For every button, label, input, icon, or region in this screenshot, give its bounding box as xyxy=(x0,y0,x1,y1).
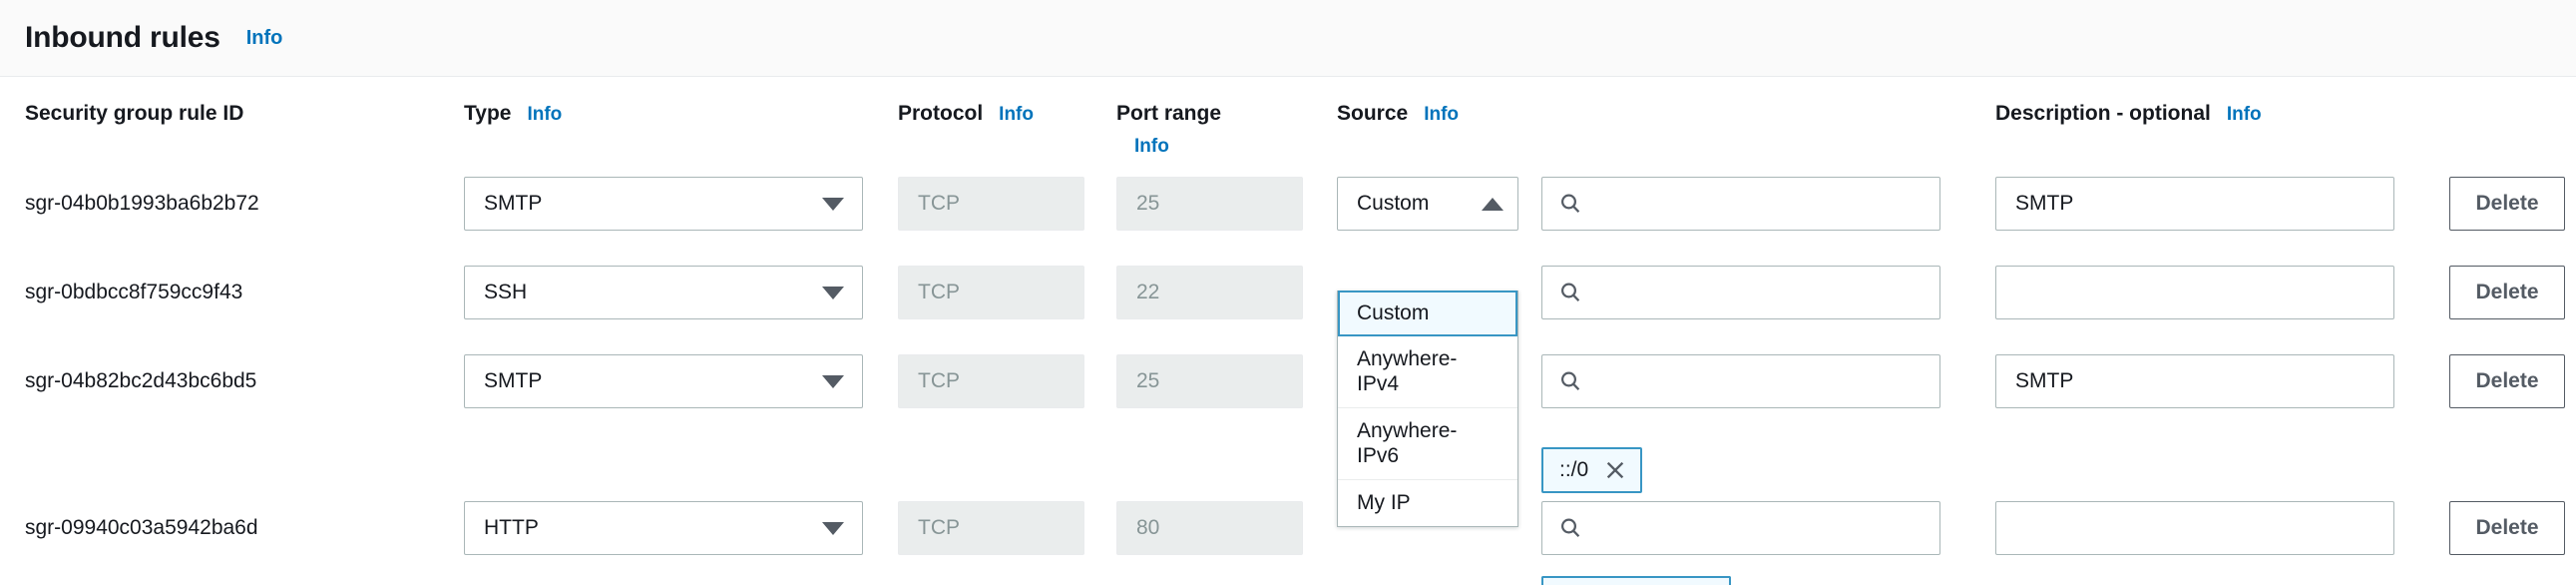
source-search-input[interactable] xyxy=(1541,177,1940,231)
column-header-row: Security group rule ID Type Info Protoco… xyxy=(0,77,2576,177)
port-range-field: 25 xyxy=(1116,354,1303,408)
source-search-input[interactable] xyxy=(1541,354,1940,408)
protocol-field: TCP xyxy=(898,266,1084,319)
search-icon xyxy=(1560,194,1580,213)
search-icon xyxy=(1560,371,1580,390)
page-title: Inbound rules xyxy=(25,21,220,54)
delete-button[interactable]: Delete xyxy=(2449,177,2565,231)
rule-id-value: sgr-0bdbcc8f759cc9f43 xyxy=(25,281,243,303)
table-row: sgr-04b82bc2d43bc6bd5 SMTP TCP 25 SMTP D… xyxy=(0,354,2576,429)
table-row: sgr-04b0b1993ba6b2b72 SMTP TCP 25 Custom… xyxy=(0,177,2576,252)
description-input[interactable] xyxy=(1995,501,2394,555)
source-search-input[interactable] xyxy=(1541,266,1940,319)
source-type-select-value: Custom xyxy=(1357,192,1430,215)
delete-button[interactable]: Delete xyxy=(2449,354,2565,408)
column-header-source-label: Source xyxy=(1337,102,1409,125)
chevron-up-icon xyxy=(1482,197,1503,211)
rule-id-value: sgr-04b82bc2d43bc6bd5 xyxy=(25,369,257,392)
chevron-down-icon xyxy=(822,197,844,211)
column-header-source: Source Info xyxy=(1337,102,1459,126)
type-select[interactable]: SMTP xyxy=(464,354,863,408)
dropdown-option-custom[interactable]: Custom xyxy=(1338,291,1517,336)
table-row: sgr-09940c03a5942ba6d HTTP TCP 80 Delete xyxy=(0,501,2576,576)
port-range-field: 80 xyxy=(1116,501,1303,555)
panel-header: Inbound rules Info xyxy=(0,0,2576,77)
protocol-field: TCP xyxy=(898,501,1084,555)
close-icon[interactable] xyxy=(1604,459,1626,481)
port-range-field: 22 xyxy=(1116,266,1303,319)
protocol-info-link[interactable]: Info xyxy=(999,104,1034,126)
column-header-port-range: Port range Info xyxy=(1116,102,1221,158)
protocol-field: TCP xyxy=(898,177,1084,231)
chevron-down-icon xyxy=(822,374,844,388)
source-token-container: ::/0 xyxy=(1541,443,1940,497)
type-select-value: SSH xyxy=(484,281,528,303)
column-header-rule-id: Security group rule ID xyxy=(25,102,243,126)
inbound-rules-panel: Inbound rules Info Security group rule I… xyxy=(0,0,2576,585)
chevron-down-icon xyxy=(822,521,844,535)
delete-button[interactable]: Delete xyxy=(2449,501,2565,555)
column-header-type-label: Type xyxy=(464,102,512,125)
rule-id-value: sgr-04b0b1993ba6b2b72 xyxy=(25,192,259,215)
column-header-port-range-label: Port range xyxy=(1116,102,1222,125)
type-select-value: HTTP xyxy=(484,516,539,539)
source-search-input[interactable] xyxy=(1541,501,1940,555)
source-token-value: ::/0 xyxy=(1559,458,1589,481)
port-range-info-link[interactable]: Info xyxy=(1134,136,1221,158)
dropdown-option-anywhere-ipv6[interactable]: Anywhere-IPv6 xyxy=(1338,407,1517,481)
search-icon xyxy=(1560,283,1580,301)
source-token-partial[interactable] xyxy=(1541,576,1731,585)
table-row: sgr-0bdbcc8f759cc9f43 SSH TCP 22 Delete xyxy=(0,266,2576,340)
delete-button[interactable]: Delete xyxy=(2449,266,2565,319)
description-input[interactable]: SMTP xyxy=(1995,177,2394,231)
description-input[interactable] xyxy=(1995,266,2394,319)
description-input[interactable]: SMTP xyxy=(1995,354,2394,408)
type-info-link[interactable]: Info xyxy=(527,104,562,126)
protocol-field: TCP xyxy=(898,354,1084,408)
column-header-description: Description - optional Info xyxy=(1995,102,2262,126)
dropdown-option-anywhere-ipv4[interactable]: Anywhere-IPv4 xyxy=(1338,335,1517,408)
source-info-link[interactable]: Info xyxy=(1424,104,1459,126)
search-icon xyxy=(1560,518,1580,537)
rule-id-value: sgr-09940c03a5942ba6d xyxy=(25,516,258,539)
dropdown-option-my-ip[interactable]: My IP xyxy=(1338,480,1517,526)
chevron-down-icon xyxy=(822,286,844,299)
source-type-select[interactable]: Custom xyxy=(1337,177,1518,231)
description-info-link[interactable]: Info xyxy=(2227,104,2262,126)
column-header-protocol: Protocol Info xyxy=(898,102,1034,126)
port-range-field: 25 xyxy=(1116,177,1303,231)
column-header-description-label: Description - optional xyxy=(1995,102,2211,125)
source-token[interactable]: ::/0 xyxy=(1541,447,1643,493)
column-header-rule-id-label: Security group rule ID xyxy=(25,102,244,125)
type-select[interactable]: SSH xyxy=(464,266,863,319)
type-select-value: SMTP xyxy=(484,192,543,215)
column-header-type: Type Info xyxy=(464,102,562,126)
type-select[interactable]: HTTP xyxy=(464,501,863,555)
source-type-dropdown: Custom Anywhere-IPv4 Anywhere-IPv6 My IP xyxy=(1337,291,1518,527)
type-select-value: SMTP xyxy=(484,369,543,392)
column-header-protocol-label: Protocol xyxy=(898,102,984,125)
type-select[interactable]: SMTP xyxy=(464,177,863,231)
panel-info-link[interactable]: Info xyxy=(246,27,283,50)
